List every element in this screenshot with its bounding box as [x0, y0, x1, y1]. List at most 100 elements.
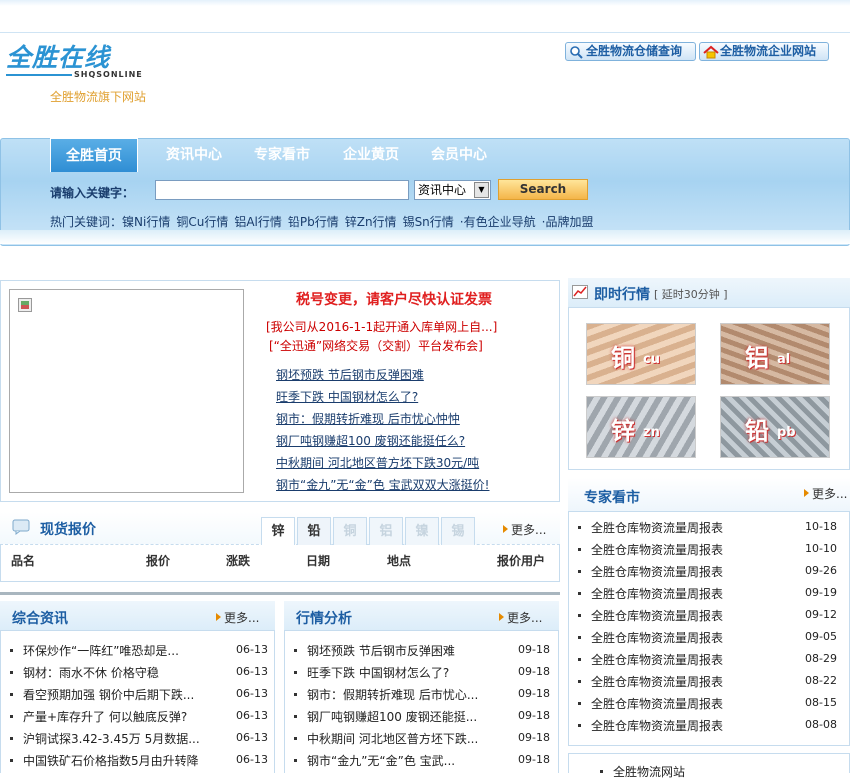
notice-line[interactable]: [我公司从2016-1-1起开通入库单网上自...] [266, 318, 497, 335]
search-input[interactable] [155, 180, 409, 200]
spot-price-title: 现货报价 [40, 522, 96, 538]
tab-metal-lead[interactable]: 铅 [297, 517, 331, 545]
list-item[interactable]: 全胜仓库物资流量周报表 [578, 651, 723, 668]
tab-member-center[interactable]: 会员中心 [431, 138, 487, 172]
metal-symbol: pb [777, 425, 796, 440]
news-link[interactable]: 中秋期间 河北地区普方坯下跌30元/吨 [276, 454, 479, 471]
metal-tile-aluminum[interactable]: 铝 al [720, 323, 830, 385]
news-link[interactable]: 钢市“金九”无“金”色 宝武双双大涨挺价! [276, 476, 490, 493]
list-date: 09-18 [518, 687, 550, 700]
list-item[interactable]: 全胜仓库物资流量周报表 [578, 695, 723, 712]
search-category-select[interactable]: 资讯中心 ▼ [414, 180, 491, 200]
hot-keyword[interactable]: 锌Zn行情 [345, 215, 397, 229]
expert-more-link[interactable]: 更多... [804, 485, 847, 502]
metal-tile-zinc[interactable]: 锌 zn [586, 396, 696, 458]
metal-symbol: zn [643, 425, 660, 440]
hot-keyword[interactable]: 锡Sn行情 [403, 215, 454, 229]
list-date: 08-15 [805, 696, 837, 709]
news-headline[interactable]: 税号变更，请客户尽快认证发票 [296, 289, 492, 309]
logo-subtext: SHQSONLINE [74, 70, 143, 79]
list-item[interactable]: 全胜仓库物资流量周报表 [578, 519, 723, 536]
tab-metal-aluminum[interactable]: 铝 [369, 517, 403, 545]
dropdown-arrow-icon: ▼ [474, 182, 489, 198]
column-header: 地点 [387, 554, 412, 568]
list-item[interactable]: 沪铜试探3.42-3.45万 5月数据... [10, 730, 222, 747]
list-item[interactable]: 全胜仓库物资流量周报表 [578, 629, 723, 646]
notice-line[interactable]: [“全迅通”网络交易（交割）平台发布会] [269, 337, 483, 354]
market-analysis-more-link[interactable]: 更多... [499, 609, 542, 626]
market-analysis-title: 行情分析 [296, 611, 352, 627]
news-link[interactable]: 钢市：假期转折难现 后市忧心忡忡 [276, 410, 460, 427]
metal-tile-copper[interactable]: 铜 cu [586, 323, 696, 385]
list-item[interactable]: 环保炒作“一阵红”唯恐却是... [10, 642, 222, 659]
list-item[interactable]: 钢坯预跌 节后钢市反弹困难 [294, 642, 506, 659]
tab-metal-tin[interactable]: 锡 [441, 517, 475, 545]
list-date: 09-18 [518, 665, 550, 678]
list-item[interactable]: 全胜仓库物资流量周报表 [578, 541, 723, 558]
logo-text: 全胜在线 [6, 43, 111, 72]
tab-expert-market[interactable]: 专家看市 [254, 138, 310, 172]
search-label: 请输入关键字： [50, 186, 135, 200]
tab-home[interactable]: 全胜首页 [50, 138, 138, 172]
list-item[interactable]: 钢厂吨钢赚超100 废钢还能挺... [294, 708, 506, 725]
list-item[interactable]: 全胜仓库物资流量周报表 [578, 585, 723, 602]
list-date: 06-13 [236, 709, 268, 722]
news-link[interactable]: 钢坯预跌 节后钢市反弹困难 [276, 366, 424, 383]
list-item[interactable]: 看空预期加强 钢价中后期下跌... [10, 686, 222, 703]
metal-symbol: cu [643, 352, 660, 367]
hot-keyword[interactable]: 铅Pb行情 [288, 215, 339, 229]
search-button[interactable]: Search [498, 179, 588, 200]
list-item[interactable]: 钢市：假期转折难现 后市忧心... [294, 686, 506, 703]
hot-keyword[interactable]: 镍Ni行情 [122, 215, 170, 229]
tab-metal-nickel[interactable]: 镍 [405, 517, 439, 545]
list-item[interactable]: 旺季下跌 中国钢材怎么了? [294, 664, 506, 681]
tab-metal-zinc[interactable]: 锌 [261, 517, 295, 545]
news-link[interactable]: 旺季下跌 中国钢材怎么了? [276, 388, 418, 405]
list-date: 06-13 [236, 643, 268, 656]
column-header: 报价用户 [497, 554, 546, 568]
top-strip [0, 0, 850, 6]
warehouse-query-button[interactable]: 全胜物流仓储查询 [565, 42, 696, 61]
list-item[interactable]: 全胜仓库物资流量周报表 [578, 563, 723, 580]
list-date: 09-12 [805, 608, 837, 621]
hot-keyword[interactable]: 铜Cu行情 [176, 215, 228, 229]
home-icon [703, 45, 719, 59]
site-link[interactable]: 全胜物流网站 [600, 763, 685, 780]
tab-news-center[interactable]: 资讯中心 [166, 138, 222, 172]
enterprise-site-button[interactable]: 全胜物流企业网站 [699, 42, 829, 61]
realtime-quote-title: 即时行情 [594, 287, 650, 303]
list-item[interactable]: 全胜仓库物资流量周报表 [578, 673, 723, 690]
list-date: 08-08 [805, 718, 837, 731]
news-link[interactable]: 钢厂吨钢赚超100 废钢还能挺任么? [276, 432, 465, 449]
list-date: 06-13 [236, 731, 268, 744]
hot-keywords: 热门关键词：镍Ni行情 铜Cu行情 铝Al行情 铅Pb行情 锌Zn行情 锡Sn行情 ·有色企… [50, 213, 599, 230]
list-item[interactable]: 钢市“金九”无“金”色 宝武... [294, 752, 506, 769]
hot-keyword[interactable]: ·有色企业导航 [460, 215, 536, 229]
list-item[interactable]: 中国铁矿石价格指数5月由升转降 [10, 752, 222, 769]
section-divider [0, 592, 560, 595]
list-date: 09-18 [518, 643, 550, 656]
list-date: 09-19 [805, 586, 837, 599]
site-subtitle: 全胜物流旗下网站 [50, 90, 147, 104]
hot-keyword[interactable]: ·品牌加盟 [542, 215, 594, 229]
general-news-more-link[interactable]: 更多... [216, 609, 259, 626]
search-category-value: 资讯中心 [418, 183, 467, 197]
expert-title: 专家看市 [584, 490, 640, 506]
site-logo[interactable]: 全胜在线 SHQSONLINE [6, 44, 166, 84]
warehouse-query-label: 全胜物流仓储查询 [586, 44, 683, 58]
list-item[interactable]: 产量+库存升了 何以触底反弹? [10, 708, 222, 725]
hot-keyword[interactable]: 铝Al行情 [234, 215, 282, 229]
top-divider [0, 32, 850, 33]
list-item[interactable]: 中秋期间 河北地区普方坯下跌... [294, 730, 506, 747]
list-date: 09-05 [805, 630, 837, 643]
tab-metal-copper[interactable]: 铜 [333, 517, 367, 545]
tab-yellow-pages[interactable]: 企业黄页 [343, 138, 399, 172]
spot-price-more-link[interactable]: 更多... [503, 521, 546, 538]
metal-tile-lead[interactable]: 铅 pb [720, 396, 830, 458]
list-item[interactable]: 全胜仓库物资流量周报表 [578, 717, 723, 734]
list-item[interactable]: 钢材：雨水不休 价格守稳 [10, 664, 222, 681]
hot-keywords-label: 热门关键词： [50, 215, 123, 229]
magnifier-icon [570, 46, 583, 59]
list-item[interactable]: 全胜仓库物资流量周报表 [578, 607, 723, 624]
list-date: 06-13 [236, 687, 268, 700]
